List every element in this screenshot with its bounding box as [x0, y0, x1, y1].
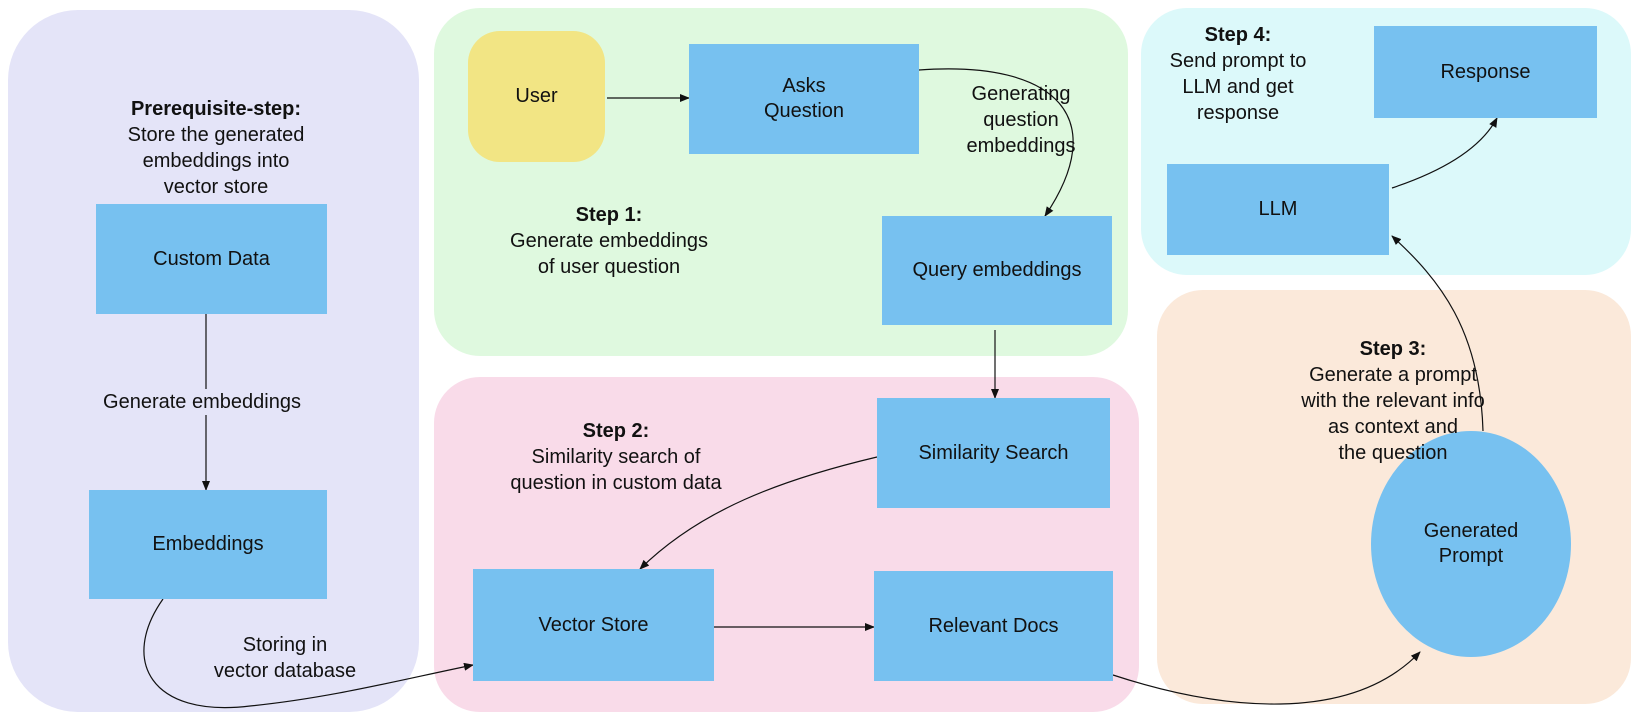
step2-title: Step 2: [582, 420, 650, 442]
step1-title: Step 1: [575, 204, 643, 226]
node-user: User [468, 31, 605, 162]
step3-label: Step 3: Generate a prompt with the relev… [1301, 336, 1484, 466]
edge-label-storing: Storing in vector database [214, 632, 356, 684]
prerequisite-label: Prerequisite-step: Store the generated e… [128, 96, 305, 200]
edge-label-line: Storing in [242, 634, 328, 656]
node-llm: LLM [1167, 164, 1389, 255]
step4-line: response [1196, 102, 1280, 124]
step4-label: Step 4: Send prompt to LLM and get respo… [1170, 22, 1307, 126]
step4-line: Send prompt to [1169, 50, 1307, 72]
edge-label-line: Generating [971, 83, 1071, 105]
node-query-embeddings: Query embeddings [882, 216, 1112, 325]
step2-line: Similarity search of [531, 446, 701, 468]
edge-label-line: vector database [213, 660, 357, 682]
edge-label-line: question [983, 109, 1059, 131]
node-response: Response [1374, 26, 1597, 118]
node-custom-data: Custom Data [96, 204, 327, 314]
step2-line: question in custom data [510, 472, 722, 494]
step1-label: Step 1: Generate embeddings of user ques… [510, 202, 708, 280]
node-relevant-docs: Relevant Docs [874, 571, 1113, 681]
step4-line: LLM and get [1182, 76, 1294, 98]
edge-label-generating: Generating question embeddings [967, 81, 1076, 159]
step3-line: with the relevant info [1301, 390, 1485, 412]
step4-title: Step 4: [1204, 24, 1272, 46]
step3-line: Generate a prompt [1309, 364, 1477, 386]
node-similarity-search: Similarity Search [877, 398, 1110, 508]
step2-label: Step 2: Similarity search of question in… [510, 418, 721, 496]
edge-label-text: Generate embeddings [103, 391, 301, 413]
step3-title: Step 3: [1359, 338, 1427, 360]
prerequisite-title: Prerequisite-step: [130, 98, 302, 120]
prerequisite-line: embeddings into [142, 150, 290, 172]
node-asks-question: Asks Question [689, 44, 919, 154]
node-vector-store: Vector Store [473, 569, 714, 681]
arrow-llm-to-response [1391, 117, 1498, 189]
node-embeddings: Embeddings [89, 490, 327, 599]
edge-label-line: embeddings [966, 135, 1076, 157]
prerequisite-line: vector store [163, 176, 269, 198]
step3-line: the question [1338, 442, 1448, 464]
prerequisite-line: Store the generated [127, 124, 305, 146]
step1-line: Generate embeddings [510, 230, 708, 252]
step3-line: as context and [1327, 416, 1459, 438]
step1-line: of user question [537, 256, 681, 278]
edge-label-generate-embeddings: Generate embeddings [103, 389, 301, 415]
arrow-relevant-docs-to-generated-prompt [1112, 651, 1421, 705]
